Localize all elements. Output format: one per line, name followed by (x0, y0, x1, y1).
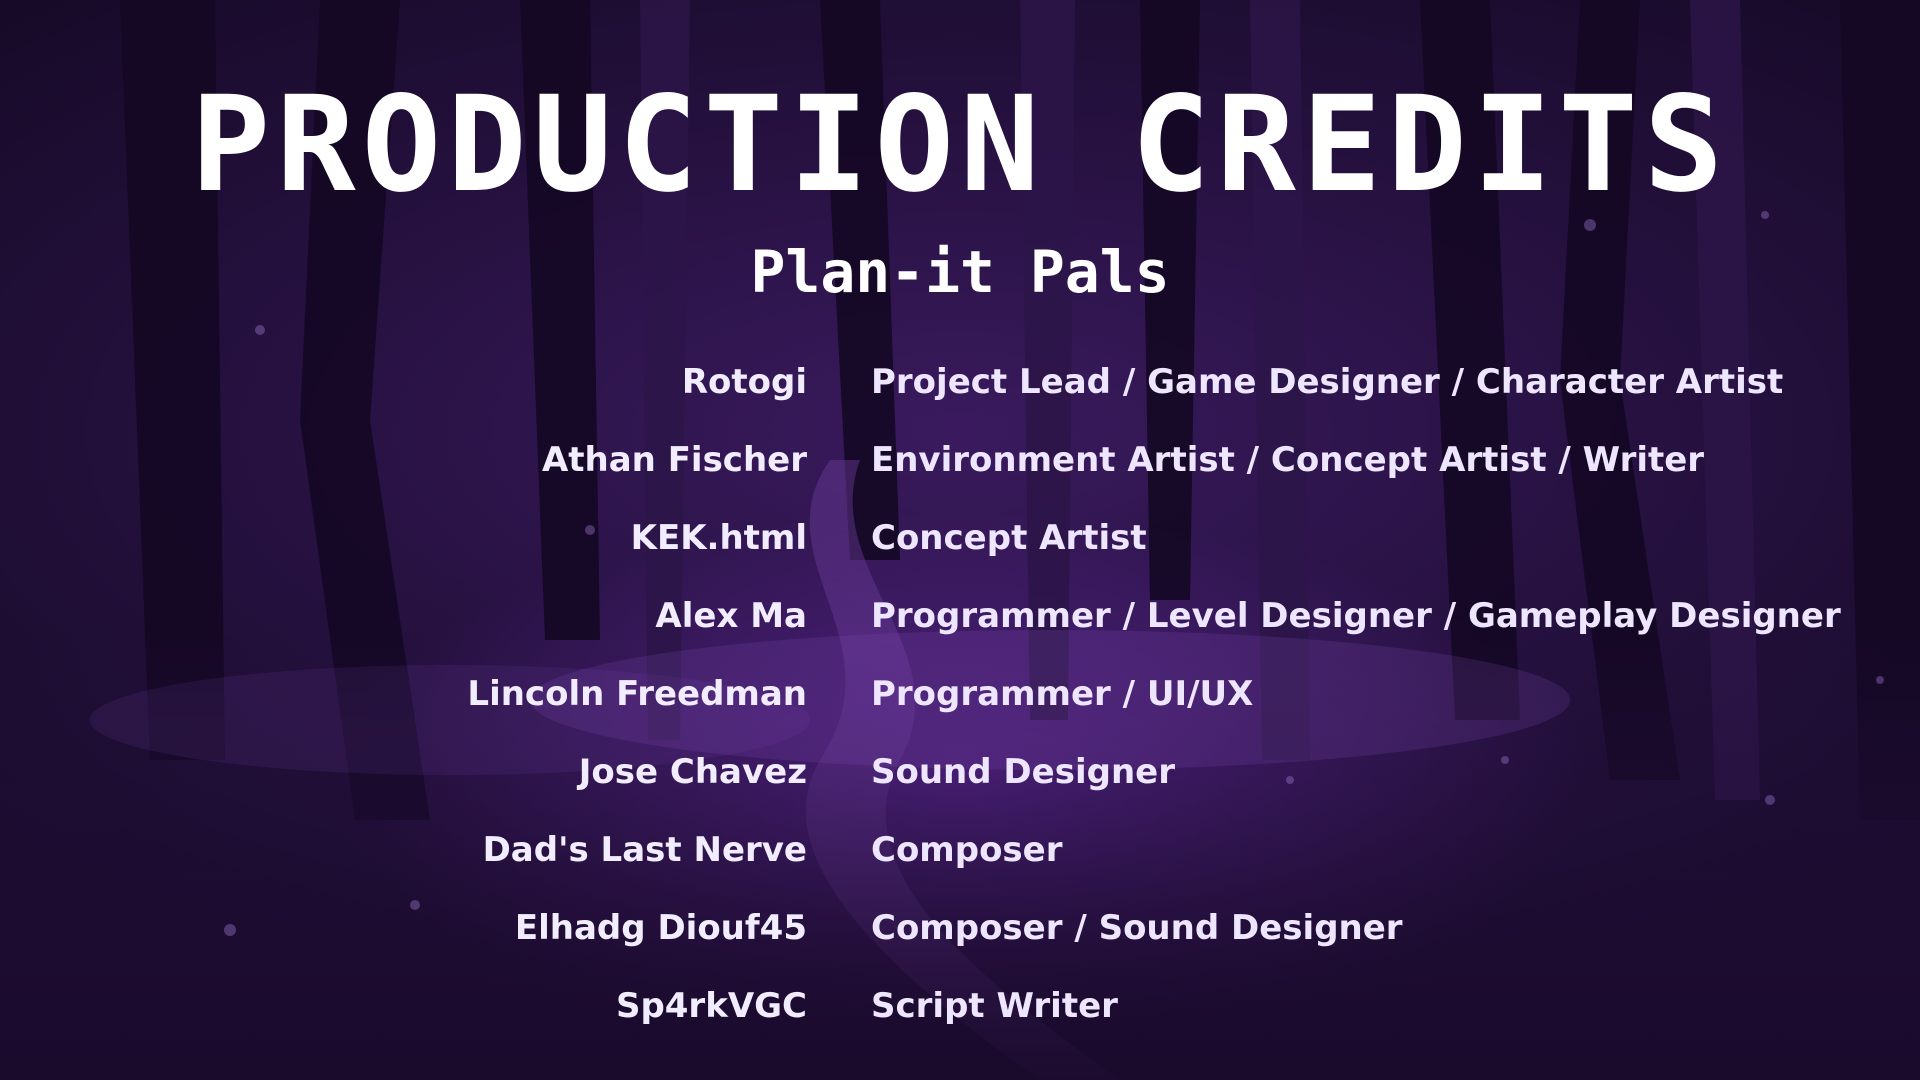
credit-name: KEK.html (630, 518, 807, 558)
credit-name: Athan Fischer (541, 440, 807, 480)
credit-role: Project Lead / Game Designer / Character… (871, 362, 1784, 402)
credit-row: Alex Ma Programmer / Level Designer / Ga… (0, 586, 1920, 664)
credit-name: Elhadg Diouf45 (514, 908, 807, 948)
credit-role: Sound Designer (871, 752, 1175, 792)
credit-name: Sp4rkVGC (615, 986, 807, 1026)
credit-name: Lincoln Freedman (467, 674, 807, 714)
credit-name: Jose Chavez (578, 752, 807, 792)
credit-row: Lincoln Freedman Programmer / UI/UX (0, 664, 1920, 742)
credit-role: Script Writer (871, 986, 1118, 1026)
credit-role: Composer / Sound Designer (871, 908, 1403, 948)
credit-role: Environment Artist / Concept Artist / Wr… (871, 440, 1705, 480)
credit-role: Programmer / Level Designer / Gameplay D… (871, 596, 1841, 636)
credit-row: Jose Chavez Sound Designer (0, 742, 1920, 820)
credit-row: Rotogi Project Lead / Game Designer / Ch… (0, 352, 1920, 430)
team-name: Plan-it Pals (750, 238, 1170, 306)
credit-row: Athan Fischer Environment Artist / Conce… (0, 430, 1920, 508)
credit-row: Elhadg Diouf45 Composer / Sound Designer (0, 898, 1920, 976)
credit-role: Composer (871, 830, 1063, 870)
credit-row: Sp4rkVGC Script Writer (0, 976, 1920, 1054)
credit-name: Alex Ma (655, 596, 807, 636)
credit-row: KEK.html Concept Artist (0, 508, 1920, 586)
credit-row: Dad's Last Nerve Composer (0, 820, 1920, 898)
credits-screen: PRODUCTION CREDITS Plan-it Pals Rotogi P… (0, 0, 1920, 1080)
credit-role: Programmer / UI/UX (871, 674, 1254, 714)
credit-name: Rotogi (681, 362, 807, 402)
credit-role: Concept Artist (871, 518, 1147, 558)
credit-name: Dad's Last Nerve (482, 830, 807, 870)
credits-list: Rotogi Project Lead / Game Designer / Ch… (0, 352, 1920, 1054)
screen-title: PRODUCTION CREDITS (190, 68, 1730, 222)
